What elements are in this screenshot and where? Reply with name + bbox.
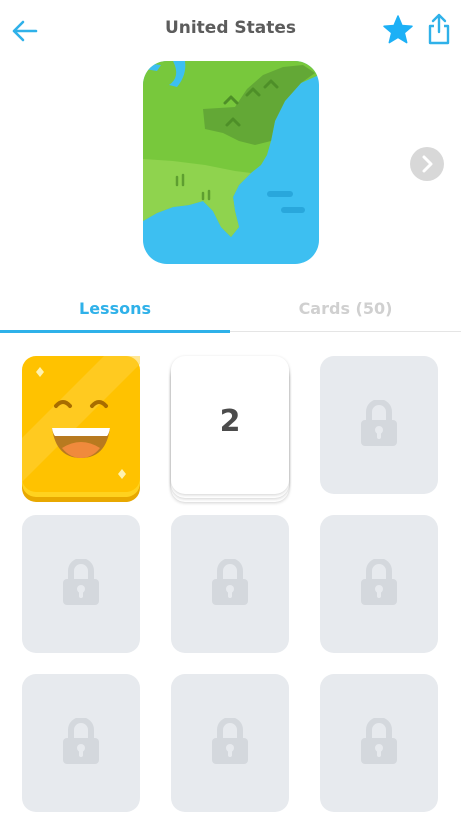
- tab-lessons[interactable]: Lessons: [0, 299, 230, 318]
- united-states-map-illustration: [143, 61, 319, 264]
- lesson-tile-current[interactable]: 2: [171, 356, 289, 502]
- tab-bar: Lessons Cards (50): [0, 290, 461, 336]
- lesson-tile-locked[interactable]: [320, 356, 438, 494]
- happy-face-icon: [22, 356, 140, 502]
- tab-cards[interactable]: Cards (50): [230, 299, 461, 318]
- lesson-tile-locked[interactable]: [22, 674, 140, 812]
- lesson-tile-locked[interactable]: [320, 515, 438, 653]
- lock-icon: [361, 400, 397, 446]
- active-tab-indicator: [0, 330, 230, 333]
- share-icon[interactable]: [426, 12, 452, 46]
- lesson-tile-locked[interactable]: [22, 515, 140, 653]
- lesson-tile-locked[interactable]: [320, 674, 438, 812]
- tab-divider: [230, 331, 461, 332]
- country-map-card: [143, 61, 319, 264]
- lock-icon: [361, 718, 397, 764]
- star-icon[interactable]: [382, 14, 414, 46]
- chevron-right-icon: [422, 155, 433, 173]
- lock-icon: [212, 559, 248, 605]
- lesson-number: 2: [219, 404, 241, 439]
- lesson-tile-locked[interactable]: [171, 515, 289, 653]
- lock-icon: [63, 559, 99, 605]
- lock-icon: [361, 559, 397, 605]
- lock-icon: [63, 718, 99, 764]
- lock-icon: [212, 718, 248, 764]
- top-bar: United States: [0, 0, 461, 60]
- next-country-button[interactable]: [410, 147, 444, 181]
- lesson-tile-locked[interactable]: [171, 674, 289, 812]
- lesson-tile-completed[interactable]: [22, 356, 140, 502]
